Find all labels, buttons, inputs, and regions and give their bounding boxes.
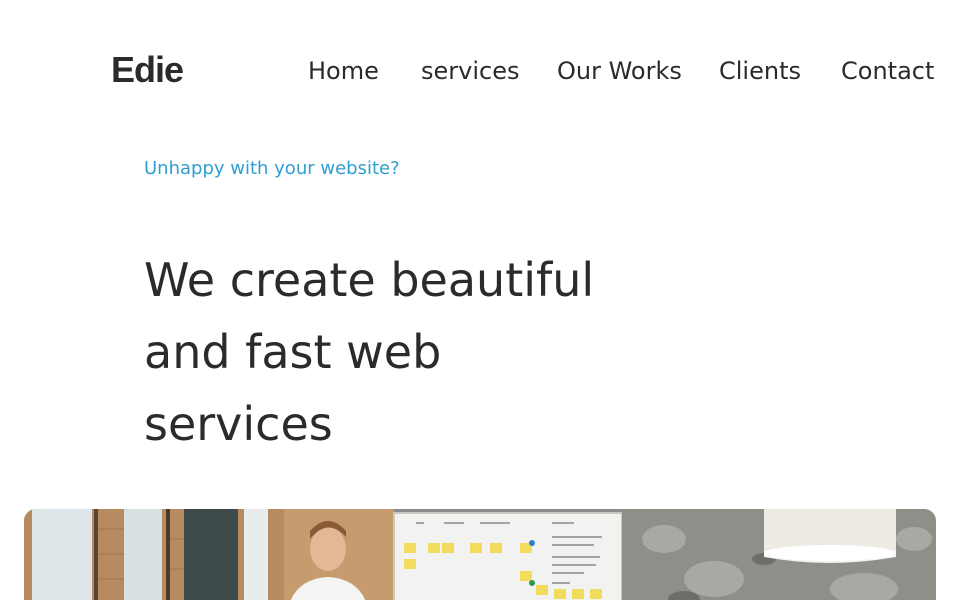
window-frame [166, 509, 170, 600]
hero-headline-line-2: and fast web [144, 325, 442, 379]
nav-link-home[interactable]: Home [308, 55, 379, 87]
pendant-lamp-shade [764, 509, 896, 551]
nav-link-services[interactable]: services [421, 55, 519, 87]
person-head [310, 527, 346, 571]
dark-glass-panel [184, 509, 238, 600]
magnet-blue [529, 540, 535, 546]
nav-link-clients[interactable]: Clients [719, 55, 801, 87]
hero-headline-line-3: services [144, 397, 333, 451]
landing-page: Edie Home services Our Works Clients Con… [0, 0, 960, 600]
hero-image [24, 509, 936, 600]
hero-headline-line-1: We create beautiful [144, 253, 595, 307]
office-scene-illustration [24, 509, 936, 600]
window-frame [94, 509, 98, 600]
window-middle [124, 509, 162, 600]
pendant-lamp-glow [764, 545, 896, 561]
main-navigation: Home services Our Works Clients Contact [0, 55, 960, 87]
nav-link-our-works[interactable]: Our Works [557, 55, 682, 87]
hero-eyebrow: Unhappy with your website? [144, 158, 400, 179]
window-left [32, 509, 92, 600]
magnet-green [529, 580, 535, 586]
hero-headline: We create beautiful and fast web service… [144, 244, 664, 460]
nav-link-contact[interactable]: Contact [841, 55, 934, 87]
window-right [244, 509, 268, 600]
